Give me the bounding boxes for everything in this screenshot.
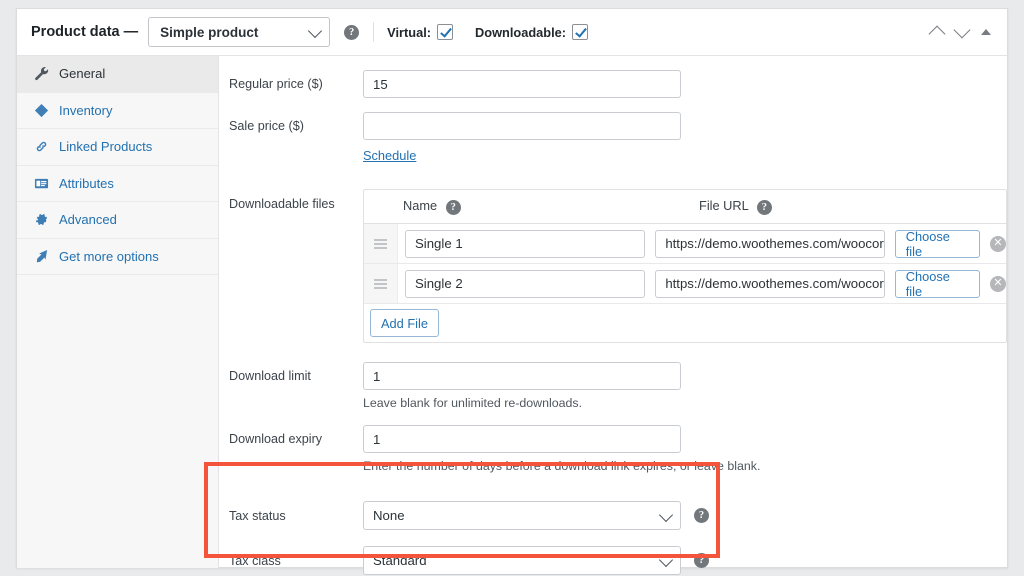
help-icon[interactable]: ? <box>694 508 709 523</box>
tax-class-label: Tax class <box>229 554 363 568</box>
file-url-input[interactable]: https://demo.woothemes.com/woocor <box>655 270 884 298</box>
downloadable-label: Downloadable: <box>475 25 566 40</box>
tax-status-row: Tax status None ? <box>219 473 1007 530</box>
plug-icon <box>33 248 50 264</box>
column-header-name-label: Name <box>403 198 437 213</box>
download-limit-row: Download limit 1 Leave blank for unlimit… <box>219 343 1007 410</box>
attributes-icon <box>33 175 50 191</box>
downloadable-files-table: Name ? File URL ? <box>363 189 1007 343</box>
toggle-triangle-icon[interactable] <box>981 29 991 35</box>
divider <box>373 22 374 42</box>
choose-file-button[interactable]: Choose file <box>895 270 980 298</box>
sidebar-item-label: Inventory <box>59 103 112 118</box>
download-limit-hint: Leave blank for unlimited re-downloads. <box>363 390 681 410</box>
chevron-down-icon[interactable] <box>954 22 971 39</box>
add-file-button[interactable]: Add File <box>370 309 439 337</box>
file-url-input[interactable]: https://demo.woothemes.com/woocor <box>655 230 884 258</box>
downloadable-checkbox[interactable] <box>572 24 588 40</box>
tax-class-row: Tax class Standard ? <box>219 530 1007 575</box>
table-row: Single 1 https://demo.woothemes.com/wooc… <box>364 224 1006 264</box>
sidebar-item-get-more-options[interactable]: Get more options <box>17 239 218 276</box>
download-limit-input[interactable]: 1 <box>363 362 681 390</box>
virtual-label: Virtual: <box>387 25 431 40</box>
product-data-body: General Inventory Linked Products <box>17 56 1007 568</box>
column-header-file-url-label: File URL <box>699 198 748 213</box>
tax-status-label: Tax status <box>229 509 363 523</box>
delete-circle-icon[interactable]: ✕ <box>990 236 1006 252</box>
choose-file-button[interactable]: Choose file <box>895 230 980 258</box>
sidebar-item-inventory[interactable]: Inventory <box>17 93 218 130</box>
sidebar-item-advanced[interactable]: Advanced <box>17 202 218 239</box>
sidebar-item-label: General <box>59 66 105 81</box>
product-data-header: Product data — Simple product ? Virtual:… <box>17 9 1007 56</box>
download-limit-value: 1 <box>373 369 380 384</box>
regular-price-input[interactable]: 15 <box>363 70 681 98</box>
file-name-value: Single 2 <box>415 276 463 291</box>
help-icon[interactable]: ? <box>757 200 772 215</box>
table-footer-row: Add File <box>364 304 1006 342</box>
sale-price-row: Sale price ($) Schedule <box>219 98 1007 165</box>
drag-handle-icon[interactable] <box>364 224 398 263</box>
virtual-checkbox-group[interactable]: Virtual: <box>387 24 453 40</box>
download-expiry-row: Download expiry 1 Enter the number of da… <box>219 410 1007 473</box>
tag-icon <box>33 102 50 118</box>
wrench-icon <box>33 66 50 82</box>
product-type-select[interactable]: Simple product <box>148 17 330 47</box>
sale-price-input[interactable] <box>363 112 681 140</box>
file-url-value: https://demo.woothemes.com/woocor <box>665 236 883 251</box>
regular-price-value: 15 <box>373 77 388 92</box>
help-icon[interactable]: ? <box>694 553 709 568</box>
sidebar-item-label: Get more options <box>59 249 159 264</box>
download-expiry-value: 1 <box>373 432 380 447</box>
chevron-down-icon <box>308 24 322 38</box>
tax-status-value: None <box>373 508 405 523</box>
download-expiry-hint: Enter the number of days before a downlo… <box>363 453 760 473</box>
download-limit-label: Download limit <box>229 362 363 383</box>
file-name-input[interactable]: Single 2 <box>405 270 645 298</box>
regular-price-row: Regular price ($) 15 <box>219 56 1007 98</box>
chevron-down-icon <box>659 507 673 521</box>
sale-price-label: Sale price ($) <box>229 112 363 133</box>
column-header-name: Name ? <box>397 198 691 214</box>
link-icon <box>33 139 50 155</box>
tax-class-value: Standard <box>373 553 427 568</box>
downloadable-files-row: Downloadable files Name ? File URL ? <box>219 165 1007 343</box>
sidebar-item-label: Attributes <box>59 176 114 191</box>
chevron-down-icon <box>659 552 673 566</box>
file-url-value: https://demo.woothemes.com/woocor <box>665 276 883 291</box>
chevron-up-icon[interactable] <box>929 26 946 43</box>
downloadable-files-label: Downloadable files <box>229 189 363 211</box>
help-icon[interactable]: ? <box>446 200 461 215</box>
panel-order-controls <box>931 24 993 40</box>
help-icon[interactable]: ? <box>344 25 359 40</box>
virtual-checkbox[interactable] <box>437 24 453 40</box>
download-expiry-input[interactable]: 1 <box>363 425 681 453</box>
file-name-value: Single 1 <box>415 236 463 251</box>
downloadable-checkbox-group[interactable]: Downloadable: <box>475 24 588 40</box>
page-title: Product data — <box>31 24 138 40</box>
product-data-tabs: General Inventory Linked Products <box>17 56 219 568</box>
sidebar-item-linked-products[interactable]: Linked Products <box>17 129 218 166</box>
tax-class-select[interactable]: Standard <box>363 546 681 575</box>
drag-handle-icon[interactable] <box>364 264 398 303</box>
sidebar-item-attributes[interactable]: Attributes <box>17 166 218 203</box>
file-name-input[interactable]: Single 1 <box>405 230 645 258</box>
table-header-row: Name ? File URL ? <box>364 190 1006 224</box>
column-header-file-url: File URL ? <box>691 198 1006 214</box>
gear-icon <box>33 212 50 228</box>
delete-circle-icon[interactable]: ✕ <box>990 276 1006 292</box>
sidebar-item-label: Linked Products <box>59 139 152 154</box>
screenshot-root: Product data — Simple product ? Virtual:… <box>0 0 1024 576</box>
table-row: Single 2 https://demo.woothemes.com/wooc… <box>364 264 1006 304</box>
sidebar-item-general[interactable]: General <box>17 56 218 93</box>
download-expiry-label: Download expiry <box>229 425 363 446</box>
schedule-link[interactable]: Schedule <box>363 148 416 163</box>
general-tab-panel: Regular price ($) 15 Sale price ($) Sche… <box>219 56 1007 568</box>
sidebar-item-label: Advanced <box>59 212 117 227</box>
product-type-value: Simple product <box>160 25 258 40</box>
product-data-panel: Product data — Simple product ? Virtual:… <box>16 8 1008 568</box>
regular-price-label: Regular price ($) <box>229 70 363 91</box>
tax-status-select[interactable]: None <box>363 501 681 530</box>
